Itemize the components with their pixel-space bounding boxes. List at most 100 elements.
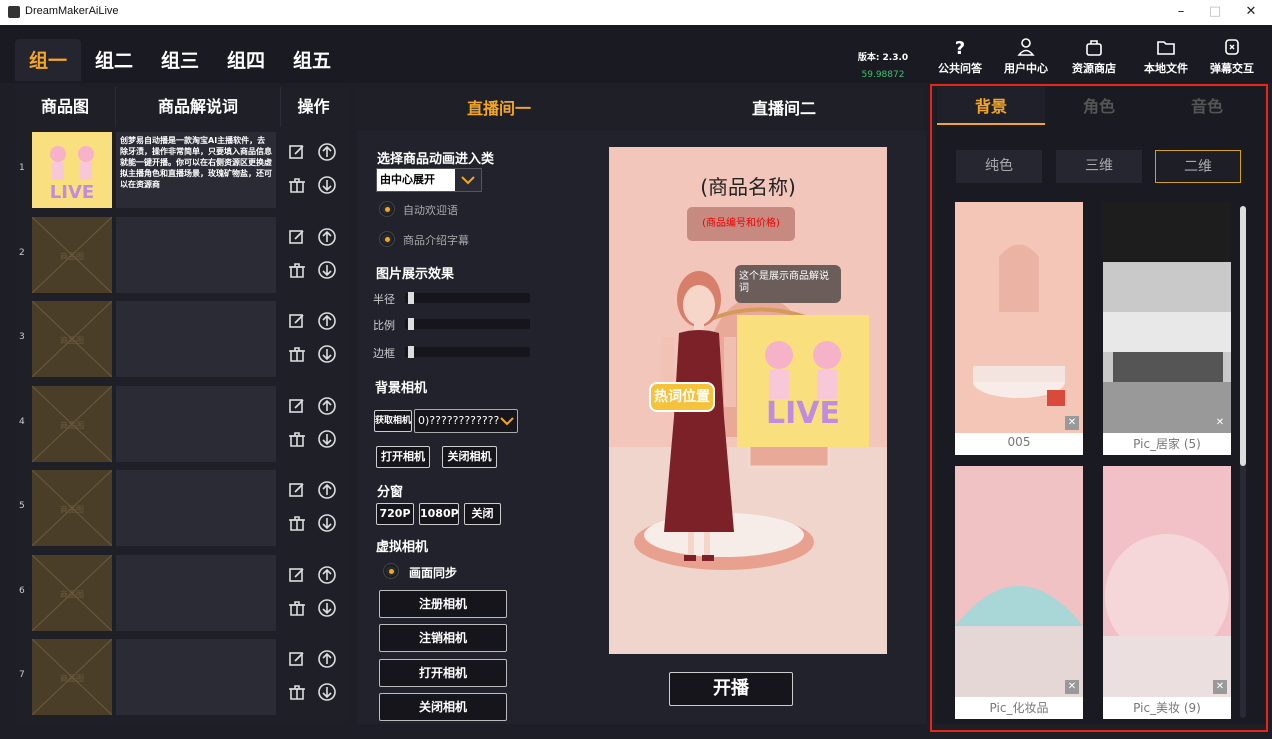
move-up-icon[interactable] xyxy=(317,649,337,669)
move-down-icon[interactable] xyxy=(317,598,337,618)
group-tab-5[interactable]: 组五 xyxy=(279,39,345,81)
edit-icon[interactable] xyxy=(287,480,307,500)
anim-select[interactable]: 由中心展开 xyxy=(376,168,482,192)
edit-icon[interactable] xyxy=(287,227,307,247)
move-down-icon[interactable] xyxy=(317,513,337,533)
row-number: 3 xyxy=(19,332,25,342)
user-center-button[interactable]: 用户中心 xyxy=(996,37,1056,76)
close-button[interactable]: ✕ xyxy=(1236,2,1266,22)
group-tab-3[interactable]: 组三 xyxy=(147,39,213,81)
delete-bin-icon[interactable] xyxy=(287,513,307,533)
product-description[interactable] xyxy=(116,301,276,377)
slider-border-label: 边框 xyxy=(373,347,395,360)
product-image-slot[interactable]: 商品图 xyxy=(32,639,112,715)
get-camera-button[interactable]: 获取相机 xyxy=(374,410,412,432)
split-720-button[interactable]: 720P xyxy=(376,503,414,525)
product-image-slot[interactable]: 商品图 xyxy=(32,470,112,546)
product-image-slot[interactable]: LIVE xyxy=(32,132,112,208)
tab-live-room-2[interactable]: 直播间二 xyxy=(752,87,816,131)
auto-welcome-radio[interactable] xyxy=(380,202,394,216)
open-camera-button[interactable]: 打开相机 xyxy=(376,446,430,468)
product-description[interactable]: 创梦易自动播是一款淘宝AI主播软件，去除牙渍，操作非常简单，只要填入商品信息就能… xyxy=(116,132,276,208)
product-description[interactable] xyxy=(116,470,276,546)
edit-icon[interactable] xyxy=(287,649,307,669)
scale-slider[interactable] xyxy=(405,319,530,329)
close-camera-button[interactable]: 关闭相机 xyxy=(442,446,497,468)
camera-select[interactable]: 0)???????????? xyxy=(414,409,518,433)
split-close-button[interactable]: 关闭 xyxy=(464,503,501,525)
product-image-slot[interactable]: 商品图 xyxy=(32,554,112,631)
product-description[interactable] xyxy=(116,216,276,293)
table-row[interactable]: 5 商品图 xyxy=(15,467,346,552)
delete-bin-icon[interactable] xyxy=(287,598,307,618)
edit-icon[interactable] xyxy=(287,311,307,331)
product-image-slot[interactable]: 商品图 xyxy=(32,216,112,293)
delete-bin-icon[interactable] xyxy=(287,682,307,702)
group-tab-1[interactable]: 组一 xyxy=(15,39,81,81)
table-row[interactable]: 6 商品图 xyxy=(15,552,346,637)
live-tabs: 直播间一 直播间二 xyxy=(357,87,926,131)
scale-slider-handle[interactable] xyxy=(408,318,414,330)
product-image-slot[interactable]: 商品图 xyxy=(32,301,112,377)
move-up-icon[interactable] xyxy=(317,311,337,331)
unregister-camera-button[interactable]: 注销相机 xyxy=(379,624,507,652)
edit-icon[interactable] xyxy=(287,396,307,416)
register-camera-button[interactable]: 注册相机 xyxy=(379,590,507,618)
table-row[interactable]: 3 商品图 xyxy=(15,298,346,383)
start-live-button[interactable]: 开播 xyxy=(669,672,793,706)
minimize-button[interactable]: – xyxy=(1166,2,1196,22)
move-up-icon[interactable] xyxy=(317,480,337,500)
danmaku-button[interactable]: 弹幕交互 xyxy=(1202,37,1262,76)
move-down-icon[interactable] xyxy=(317,175,337,195)
tab-live-room-1[interactable]: 直播间一 xyxy=(467,87,531,131)
folder-icon xyxy=(1157,41,1175,55)
product-image-display: LIVE xyxy=(737,315,869,447)
move-up-icon[interactable] xyxy=(317,396,337,416)
table-row[interactable]: 4 商品图 xyxy=(15,383,346,468)
table-row[interactable]: 7 商品图 xyxy=(15,636,346,721)
move-up-icon[interactable] xyxy=(317,142,337,162)
title-bar: DreamMakerAiLive – □ ✕ xyxy=(0,0,1272,25)
split-1080-button[interactable]: 1080P xyxy=(419,503,459,525)
edit-icon[interactable] xyxy=(287,142,307,162)
delete-bin-icon[interactable] xyxy=(287,175,307,195)
table-row[interactable]: 1 LIVE 创梦易自动播是一款淘宝AI主播软件，去除牙渍，操作非常简单，只要填入商… xyxy=(15,129,346,214)
product-description[interactable] xyxy=(116,554,276,631)
row-number: 5 xyxy=(19,501,25,511)
delete-bin-icon[interactable] xyxy=(287,344,307,364)
resource-store-button[interactable]: 资源商店 xyxy=(1064,37,1124,76)
slider-radius-label: 半径 xyxy=(373,293,395,306)
delete-bin-icon[interactable] xyxy=(287,260,307,280)
maximize-button[interactable]: □ xyxy=(1200,2,1230,22)
move-down-icon[interactable] xyxy=(317,260,337,280)
move-down-icon[interactable] xyxy=(317,344,337,364)
border-slider-handle[interactable] xyxy=(408,346,414,358)
move-up-icon[interactable] xyxy=(317,565,337,585)
border-slider[interactable] xyxy=(405,347,530,357)
qa-button[interactable]: ? 公共问答 xyxy=(930,37,990,76)
radius-slider[interactable] xyxy=(405,293,530,303)
row-number: 1 xyxy=(19,163,25,173)
product-description[interactable] xyxy=(116,639,276,715)
delete-bin-icon[interactable] xyxy=(287,429,307,449)
group-tab-4[interactable]: 组四 xyxy=(213,39,279,81)
live-preview[interactable]: (商品名称) (商品编号和价格) 这个是展示商品解说词 LIVE 热词位置 xyxy=(609,147,887,654)
local-files-button[interactable]: 本地文件 xyxy=(1136,37,1196,76)
version-value: 59.98872 xyxy=(861,70,905,80)
virtual-open-camera-button[interactable]: 打开相机 xyxy=(379,659,507,687)
edit-icon[interactable] xyxy=(287,565,307,585)
move-down-icon[interactable] xyxy=(317,682,337,702)
version-info: 版本: 2.3.0 59.98872 xyxy=(855,50,911,80)
intro-subtitle-radio[interactable] xyxy=(380,232,394,246)
resource-store-label: 资源商店 xyxy=(1072,62,1116,75)
radius-slider-handle[interactable] xyxy=(408,292,414,304)
move-down-icon[interactable] xyxy=(317,429,337,449)
product-image-slot[interactable]: 商品图 xyxy=(32,385,112,462)
product-description[interactable] xyxy=(116,385,276,462)
virtual-close-camera-button[interactable]: 关闭相机 xyxy=(379,693,507,721)
window-title: DreamMakerAiLive xyxy=(25,5,119,17)
group-tab-2[interactable]: 组二 xyxy=(81,39,147,81)
table-row[interactable]: 2 商品图 xyxy=(15,214,346,299)
move-up-icon[interactable] xyxy=(317,227,337,247)
screen-sync-radio[interactable] xyxy=(384,564,398,578)
